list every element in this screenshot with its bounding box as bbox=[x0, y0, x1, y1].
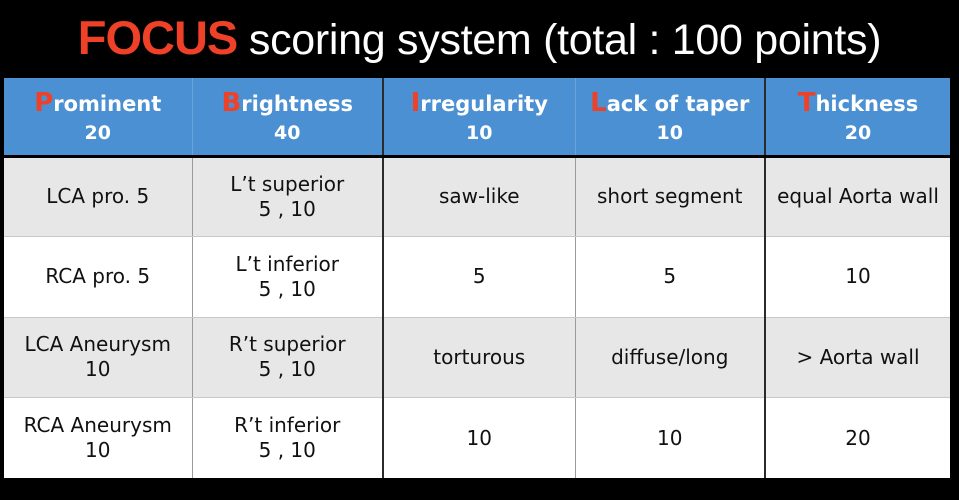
table-cell: LCA Aneurysm 10 bbox=[4, 317, 193, 398]
column-header-initial: L bbox=[590, 87, 607, 118]
column-header-points: 20 bbox=[84, 121, 111, 144]
column-header-word: rominent bbox=[53, 91, 162, 116]
table-cell: short segment bbox=[575, 156, 766, 237]
column-header-word: rregularity bbox=[420, 91, 548, 116]
table-cell: R’t inferior 5 , 10 bbox=[192, 397, 384, 478]
table-cell: 10 bbox=[383, 397, 576, 478]
column-header-initial: I bbox=[410, 87, 421, 118]
table-cell: > Aorta wall bbox=[765, 317, 950, 398]
table-cell: equal Aorta wall bbox=[765, 156, 950, 237]
table-cell: 20 bbox=[765, 398, 950, 479]
column-header-initial: B bbox=[221, 87, 242, 118]
column-header-lack-of-taper: Lack of taper 10 bbox=[575, 78, 766, 158]
cell-line-1: equal Aorta wall bbox=[777, 184, 939, 209]
cell-line-2: 10 bbox=[85, 357, 111, 382]
table-cell: 5 bbox=[575, 236, 766, 318]
table-row: LCA Aneurysm 10 R’t superior 5 , 10 tortur… bbox=[4, 317, 950, 398]
cell-line-1: 20 bbox=[845, 425, 871, 450]
column-header-prominent: Prominent 20 bbox=[4, 78, 193, 158]
column-header-initial: P bbox=[34, 87, 54, 118]
cell-line-2: 5 , 10 bbox=[258, 276, 316, 301]
column-header-word: hickness bbox=[815, 91, 919, 116]
column-header-thickness: Thickness 20 bbox=[765, 78, 950, 158]
cell-line-1: short segment bbox=[597, 184, 743, 209]
cell-line-1: 5 bbox=[472, 264, 486, 289]
table-cell: R’t superior 5 , 10 bbox=[192, 317, 384, 398]
table-cell: torturous bbox=[383, 317, 576, 398]
table-header-row: Prominent 20 Brightness 40 Irregularity … bbox=[4, 78, 950, 158]
page-title-rest: scoring system (total : 100 points) bbox=[237, 16, 882, 64]
slide-root: FOCUS scoring system (total : 100 points… bbox=[0, 0, 959, 500]
cell-line-1: LCA pro. 5 bbox=[46, 184, 150, 209]
table-row: LCA pro. 5 L’t superior 5 , 10 saw-like s… bbox=[4, 156, 950, 237]
table-cell: saw-like bbox=[383, 156, 576, 237]
cell-line-1: LCA Aneurysm bbox=[24, 332, 171, 357]
cell-line-1: > Aorta wall bbox=[796, 344, 920, 369]
table-cell: RCA Aneurysm 10 bbox=[4, 397, 193, 478]
column-header-points: 20 bbox=[844, 121, 872, 144]
table-cell: 10 bbox=[765, 236, 950, 318]
cell-line-1: torturous bbox=[433, 344, 526, 369]
cell-line-1: 10 bbox=[657, 425, 683, 450]
table-cell: RCA pro. 5 bbox=[4, 236, 193, 318]
column-header-points: 10 bbox=[656, 121, 683, 144]
page-title-highlight: FOCUS bbox=[77, 11, 238, 64]
cell-line-1: 10 bbox=[466, 425, 492, 450]
table-cell: LCA pro. 5 bbox=[4, 156, 193, 237]
cell-line-1: RCA Aneurysm bbox=[23, 413, 172, 437]
cell-line-1: diffuse/long bbox=[611, 344, 729, 369]
column-header-points: 10 bbox=[466, 121, 493, 144]
cell-line-1: R’t inferior bbox=[234, 413, 341, 437]
table-header: Prominent 20 Brightness 40 Irregularity … bbox=[4, 78, 950, 158]
cell-line-1: saw-like bbox=[438, 184, 520, 209]
table-cell: L’t superior 5 , 10 bbox=[192, 156, 384, 237]
cell-line-1: L’t superior bbox=[230, 171, 345, 196]
table-cell: 5 bbox=[383, 236, 576, 318]
column-header-word: ack of taper bbox=[606, 91, 750, 116]
cell-line-1: L’t inferior bbox=[235, 251, 339, 276]
cell-line-1: RCA pro. 5 bbox=[45, 264, 151, 289]
table-cell: 10 bbox=[575, 397, 766, 478]
table-row: RCA Aneurysm 10 R’t inferior 5 , 10 10 10 … bbox=[4, 397, 950, 479]
cell-line-1: R’t superior bbox=[228, 332, 346, 357]
table-cell: diffuse/long bbox=[575, 317, 766, 398]
column-header-brightness: Brightness 40 bbox=[192, 78, 384, 158]
column-header-word: rightness bbox=[241, 91, 354, 116]
table-body: LCA pro. 5 L’t superior 5 , 10 saw-like s… bbox=[4, 156, 950, 478]
cell-line-1: 5 bbox=[663, 264, 677, 289]
cell-line-2: 5 , 10 bbox=[258, 196, 316, 221]
column-header-irregularity: Irregularity 10 bbox=[383, 78, 576, 158]
table-row: RCA pro. 5 L’t inferior 5 , 10 5 5 10 bbox=[4, 236, 950, 318]
page-title-text: FOCUS scoring system (total : 100 points… bbox=[78, 14, 882, 62]
table-cell: L’t inferior 5 , 10 bbox=[192, 236, 384, 318]
cell-line-1: 10 bbox=[845, 264, 871, 289]
cell-line-2: 5 , 10 bbox=[258, 357, 316, 382]
focus-scoring-table: Prominent 20 Brightness 40 Irregularity … bbox=[4, 78, 950, 478]
column-header-points: 40 bbox=[274, 121, 301, 144]
cell-line-2: 5 , 10 bbox=[258, 438, 316, 462]
column-header-initial: T bbox=[797, 87, 816, 118]
page-title: FOCUS scoring system (total : 100 points… bbox=[0, 2, 959, 74]
cell-line-2: 10 bbox=[85, 438, 111, 462]
